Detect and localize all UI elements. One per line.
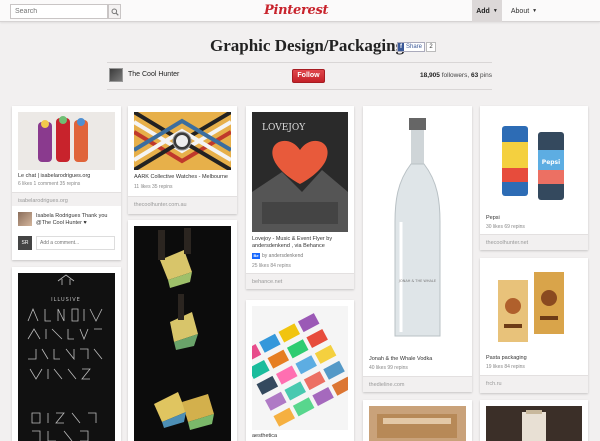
pin-image[interactable] bbox=[252, 306, 348, 430]
pin-image[interactable]: Pepsi bbox=[486, 112, 582, 208]
pin-description: AARK Collective Watches - Melbourne bbox=[134, 174, 228, 180]
divider bbox=[107, 62, 492, 63]
pin-card[interactable]: JONAH & THE WHALE Jonah & the Whale Vodk… bbox=[363, 106, 472, 392]
owner-name-link[interactable]: The Cool Hunter bbox=[128, 71, 179, 78]
commenter-avatar[interactable] bbox=[18, 212, 32, 226]
pin-source-link[interactable]: isabelarodrigues.org bbox=[12, 192, 121, 206]
via-author[interactable]: by andersdenkend bbox=[262, 253, 303, 259]
current-user-avatar: SR bbox=[18, 236, 32, 250]
pin-image[interactable]: ILLUSIVE bbox=[18, 273, 115, 441]
add-menu-button[interactable]: Add ▼ bbox=[472, 0, 502, 22]
pin-source-link[interactable]: frch.ru bbox=[480, 375, 588, 393]
owner-avatar[interactable] bbox=[109, 68, 123, 82]
pin-card[interactable] bbox=[480, 400, 588, 441]
caret-down-icon: ▼ bbox=[532, 8, 538, 14]
pin-stats: 6 likes 1 comment 35 repins bbox=[18, 181, 81, 187]
board-stats: 18,905 followers, 63 pins bbox=[420, 72, 492, 79]
bottle-label: JONAH & THE WHALE bbox=[398, 279, 436, 283]
pin-image[interactable] bbox=[486, 264, 582, 350]
pin-card[interactable]: ILLUSIVE bbox=[12, 267, 121, 441]
caret-down-icon: ▼ bbox=[492, 8, 498, 14]
pin-card[interactable]: aesthetica bbox=[246, 300, 354, 441]
about-menu-button[interactable]: About ▼ bbox=[506, 0, 542, 22]
pin-card[interactable]: AARK Collective Watches - Melbourne 11 l… bbox=[128, 106, 237, 214]
pin-description: Pepsi bbox=[486, 215, 500, 221]
pin-image[interactable] bbox=[369, 406, 466, 441]
search-input[interactable] bbox=[10, 4, 108, 19]
search-button[interactable] bbox=[108, 4, 121, 19]
pin-image[interactable] bbox=[134, 112, 231, 170]
pin-stats: 11 likes 35 repins bbox=[134, 184, 173, 190]
share-label: Share bbox=[406, 44, 423, 50]
pin-description: aesthetica bbox=[252, 433, 278, 439]
board-title: Graphic Design/Packaging bbox=[210, 36, 405, 55]
pin-stats: 30 likes 69 repins bbox=[486, 224, 525, 230]
pins-count: 63 bbox=[470, 72, 479, 79]
pin-source-link[interactable]: thecoolhunter.net bbox=[480, 234, 588, 250]
lovejoy-logo-text: LOVEJOY bbox=[262, 123, 306, 133]
follow-button[interactable]: Follow bbox=[292, 69, 325, 83]
pin-stats: 25 likes 84 repins bbox=[252, 263, 291, 269]
add-label: Add bbox=[476, 7, 490, 15]
pin-stats: 40 likes 99 repins bbox=[369, 365, 408, 371]
pin-description: Lovejoy - Music & Event Flyer by andersd… bbox=[252, 236, 333, 249]
pin-card[interactable] bbox=[363, 400, 472, 441]
can-logo-text: Pepsi bbox=[542, 159, 560, 166]
via-row: Be by andersdenkend bbox=[252, 253, 303, 259]
divider bbox=[107, 89, 492, 90]
pin-card[interactable]: Pepsi Pepsi 30 likes 69 repins thecoolhu… bbox=[480, 106, 588, 250]
behance-icon: Be bbox=[252, 253, 260, 259]
pinterest-logo[interactable]: Pinterest bbox=[264, 3, 328, 18]
followers-label: followers, bbox=[441, 72, 470, 79]
comment-text: Isabela Rodrigues Thank you @The Cool Hu… bbox=[36, 213, 108, 226]
pin-description: Le chat | isabelarodrigues.org bbox=[18, 173, 91, 179]
pin-source-link[interactable]: behance.net bbox=[246, 273, 354, 289]
pin-card[interactable]: Le chat | isabelarodrigues.org 6 likes 1… bbox=[12, 106, 121, 260]
pin-source-link[interactable]: thedieline.com bbox=[363, 376, 472, 392]
top-bar: Pinterest Add ▼ About ▼ bbox=[0, 0, 600, 22]
add-comment-input[interactable] bbox=[36, 236, 115, 250]
pin-card[interactable]: LOVEJOY Lovejoy - Music & Event Flyer by… bbox=[246, 106, 354, 289]
pin-image[interactable]: LOVEJOY bbox=[252, 112, 348, 232]
pin-description: Pasta packaging bbox=[486, 355, 527, 361]
share-count: 2 bbox=[426, 42, 436, 52]
pin-card[interactable] bbox=[128, 220, 237, 441]
pin-source-link[interactable]: thecoolhunter.com.au bbox=[128, 196, 237, 214]
pin-image[interactable]: JONAH & THE WHALE bbox=[369, 112, 466, 348]
pin-image[interactable] bbox=[18, 112, 115, 170]
illusive-title: ILLUSIVE bbox=[51, 297, 81, 303]
pin-description: Jonah & the Whale Vodka bbox=[369, 356, 433, 362]
pin-stats: 19 likes 84 repins bbox=[486, 364, 525, 370]
search-icon bbox=[111, 8, 119, 16]
pin-card[interactable]: Pasta packaging 19 likes 84 repins frch.… bbox=[480, 258, 588, 393]
pin-image[interactable] bbox=[486, 406, 582, 441]
followers-count: 18,905 bbox=[420, 72, 440, 79]
pin-image[interactable] bbox=[134, 226, 231, 441]
facebook-share-button[interactable]: f Share bbox=[397, 42, 426, 52]
pins-label: pins bbox=[480, 72, 492, 79]
about-label: About bbox=[510, 7, 530, 15]
